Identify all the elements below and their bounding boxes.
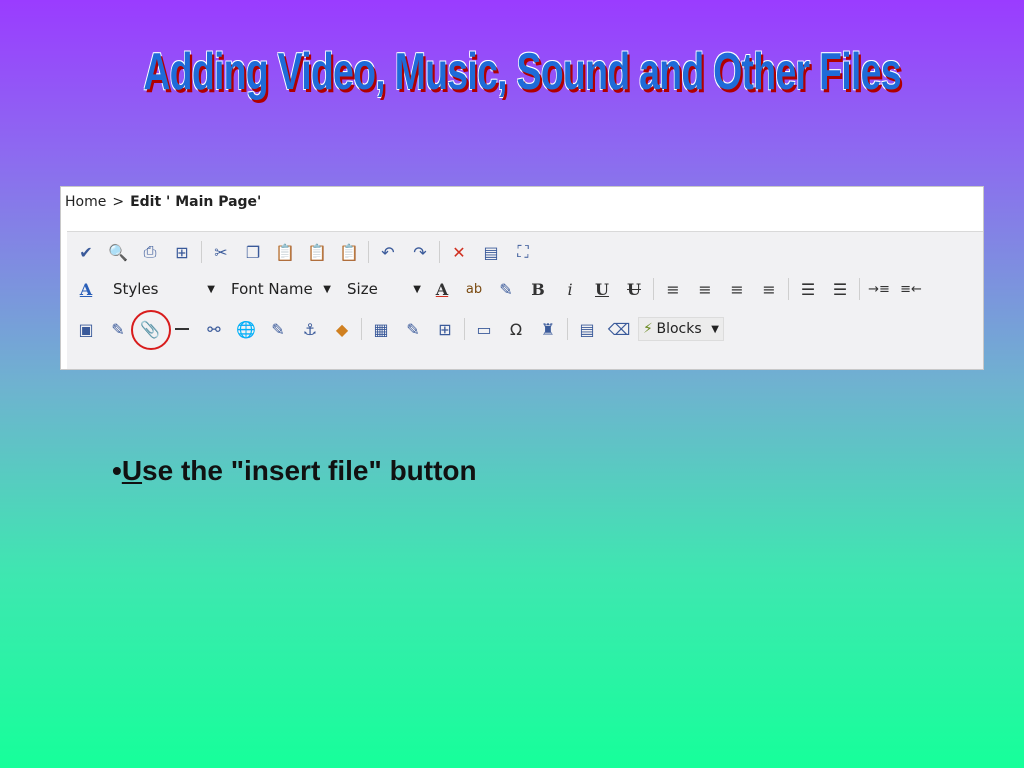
highlight-icon[interactable]: ab	[461, 277, 487, 301]
toolbar-row-3: ▣ ✎ 📎 ⚯ 🌐 ✎ ⚓ ◆ ▦ ✎ ⊞ ▭ Ω ♜ ▤ ⌫ ⚡ Blocks…	[67, 310, 983, 350]
bold-button[interactable]: B	[525, 277, 551, 301]
toolbar-row-1: ✔ 🔍 ⎙ ⊞ ✂ ❐ 📋 📋 📋 ↶ ↷ ✕ ▤ ⛶	[67, 235, 983, 269]
insert-file-icon[interactable]: 📎	[131, 310, 171, 350]
ordered-list-icon[interactable]: ☰	[795, 277, 821, 301]
bullet-first-letter: U	[121, 455, 143, 486]
style-a-icon[interactable]: A	[73, 277, 99, 301]
editor-screenshot: Home > Edit ' Main Page' ✔ 🔍 ⎙ ⊞ ✂ ❐ 📋 📋 📋…	[60, 186, 984, 370]
breadcrumb: Home > Edit ' Main Page'	[65, 191, 261, 213]
toolbar-divider	[653, 278, 654, 300]
bullet-rest: se the "insert file" button	[142, 455, 477, 486]
chevron-down-icon: ▼	[207, 283, 215, 295]
font-name-dropdown[interactable]: Font Name ▼	[223, 277, 335, 301]
anchor-icon[interactable]: ⚓	[297, 317, 323, 341]
align-center-icon[interactable]: ≡	[692, 277, 718, 301]
styles-dropdown-label: Styles	[113, 280, 159, 298]
strikethrough-button[interactable]: U	[621, 277, 647, 301]
breadcrumb-current: Edit ' Main Page'	[130, 194, 262, 210]
underline-button[interactable]: U	[589, 277, 615, 301]
globe-link-icon[interactable]: 🌐	[233, 317, 259, 341]
paste-text-icon[interactable]: 📋	[336, 240, 362, 264]
chevron-down-icon: ▼	[323, 283, 331, 295]
breadcrumb-home-link[interactable]: Home	[65, 194, 106, 210]
outdent-icon[interactable]: ≡←	[898, 277, 924, 301]
undo-icon[interactable]: ↶	[375, 240, 401, 264]
source-icon[interactable]: ▤	[478, 240, 504, 264]
toolbar-divider	[361, 318, 362, 340]
delete-icon[interactable]: ✕	[446, 240, 472, 264]
marker-icon[interactable]: ✎	[493, 277, 519, 301]
font-name-dropdown-label: Font Name	[231, 280, 313, 298]
horizontal-rule-line	[175, 328, 189, 330]
media-icon[interactable]: ◆	[329, 317, 355, 341]
copy-icon[interactable]: ❐	[240, 240, 266, 264]
align-right-icon[interactable]: ≡	[724, 277, 750, 301]
editor-toolbar: ✔ 🔍 ⎙ ⊞ ✂ ❐ 📋 📋 📋 ↶ ↷ ✕ ▤ ⛶ A Styles ▼ F…	[67, 231, 983, 369]
blocks-icon: ⚡	[643, 321, 653, 337]
toolbar-divider	[859, 278, 860, 300]
table-icon[interactable]: ▦	[368, 317, 394, 341]
textbox-icon[interactable]: ▭	[471, 317, 497, 341]
blocks-dropdown[interactable]: ⚡ Blocks ▼	[638, 317, 724, 341]
align-left-icon[interactable]: ≡	[660, 277, 686, 301]
horizontal-rule-icon[interactable]	[169, 317, 195, 341]
toolbar-divider	[464, 318, 465, 340]
print-icon[interactable]: ⎙	[137, 240, 163, 264]
redo-icon[interactable]: ↷	[407, 240, 433, 264]
paste-word-icon[interactable]: 📋	[304, 240, 330, 264]
eraser-icon[interactable]: ⌫	[606, 317, 632, 341]
image-icon[interactable]: ▣	[73, 317, 99, 341]
size-dropdown[interactable]: Size ▼	[339, 277, 425, 301]
bullet-mark: •	[112, 455, 122, 486]
paste-icon[interactable]: 📋	[272, 240, 298, 264]
toolbar-divider	[788, 278, 789, 300]
unordered-list-icon[interactable]: ☰	[827, 277, 853, 301]
cut-icon[interactable]: ✂	[208, 240, 234, 264]
edit-table-icon[interactable]: ✎	[400, 317, 426, 341]
text-color-icon[interactable]: A	[429, 277, 455, 301]
special-char-icon[interactable]: ♜	[535, 317, 561, 341]
spellcheck-icon[interactable]: ✔	[73, 240, 99, 264]
indent-icon[interactable]: →≡	[866, 277, 892, 301]
justify-icon[interactable]: ≡	[756, 277, 782, 301]
bullet-text: •Use the "insert file" button	[112, 455, 477, 487]
size-dropdown-label: Size	[347, 280, 378, 298]
presentation-icon[interactable]: ⛶	[510, 240, 536, 264]
toolbar-row-2: A Styles ▼ Font Name ▼ Size ▼ A ab ✎ B i…	[67, 272, 983, 306]
toolbar-divider	[201, 241, 202, 263]
slide-title: Adding Video, Music, Sound and Other Fil…	[143, 43, 901, 101]
edit-link-icon[interactable]: ✎	[265, 317, 291, 341]
chevron-down-icon: ▼	[413, 283, 421, 295]
grid-icon[interactable]: ⊞	[432, 317, 458, 341]
edit-image-icon[interactable]: ✎	[105, 317, 131, 341]
toolbar-divider	[567, 318, 568, 340]
preview-icon[interactable]: 🔍	[105, 240, 131, 264]
blocks-dropdown-label: Blocks	[656, 321, 702, 337]
italic-button[interactable]: i	[557, 277, 583, 301]
styles-dropdown[interactable]: Styles ▼	[105, 277, 219, 301]
link-icon[interactable]: ⚯	[201, 317, 227, 341]
toolbar-divider	[439, 241, 440, 263]
omega-icon[interactable]: Ω	[503, 317, 529, 341]
toolbar-divider	[368, 241, 369, 263]
breadcrumb-separator: >	[112, 194, 125, 210]
chevron-down-icon: ▼	[711, 323, 719, 335]
page-break-icon[interactable]: ▤	[574, 317, 600, 341]
find-icon[interactable]: ⊞	[169, 240, 195, 264]
